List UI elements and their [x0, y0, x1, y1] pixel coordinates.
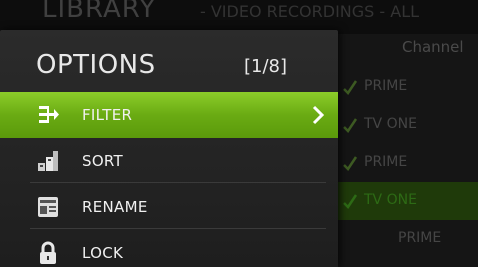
channel-name: TV ONE	[364, 192, 417, 208]
channel-column-header: Channel	[402, 38, 464, 56]
options-title: OPTIONS	[36, 50, 156, 80]
channel-name: PRIME	[364, 78, 408, 94]
checkmark-icon	[343, 194, 358, 209]
checkmark-icon	[343, 156, 358, 171]
options-panel: OPTIONS [1/8] FILTER SORT RENAME LOCK	[0, 30, 338, 267]
library-title: LIBRARY	[42, 0, 157, 24]
library-subtitle: - VIDEO RECORDINGS - ALL	[200, 2, 420, 21]
menu-item-lock[interactable]: LOCK	[0, 230, 338, 267]
menu-item-label: FILTER	[82, 106, 133, 124]
chevron-right-icon	[312, 105, 325, 125]
channel-name: PRIME	[364, 154, 408, 170]
channel-row: TV ONE	[322, 106, 478, 144]
channel-row: PRIME	[322, 220, 478, 258]
lock-icon	[40, 241, 56, 264]
video-library-screen: LIBRARY - VIDEO RECORDINGS - ALL Channel…	[0, 0, 478, 267]
channel-name: PRIME	[398, 230, 442, 246]
menu-item-label: LOCK	[82, 244, 124, 262]
checkmark-icon	[343, 80, 358, 95]
filter-icon	[39, 106, 59, 123]
library-header: LIBRARY - VIDEO RECORDINGS - ALL	[0, 0, 478, 24]
channel-name: TV ONE	[364, 116, 417, 132]
options-page-indicator: [1/8]	[244, 56, 288, 77]
channel-row: PRIME	[322, 68, 478, 106]
channel-row-highlighted: TV ONE	[322, 182, 478, 220]
menu-item-sort[interactable]: SORT	[0, 138, 338, 184]
menu-item-filter[interactable]: FILTER	[0, 92, 338, 138]
menu-item-rename[interactable]: RENAME	[0, 184, 338, 230]
sort-icon	[38, 151, 58, 171]
checkmark-icon	[343, 118, 358, 133]
menu-item-label: SORT	[82, 152, 124, 170]
menu-item-label: RENAME	[82, 198, 148, 216]
channel-row: PRIME	[322, 144, 478, 182]
rename-icon	[38, 197, 58, 217]
